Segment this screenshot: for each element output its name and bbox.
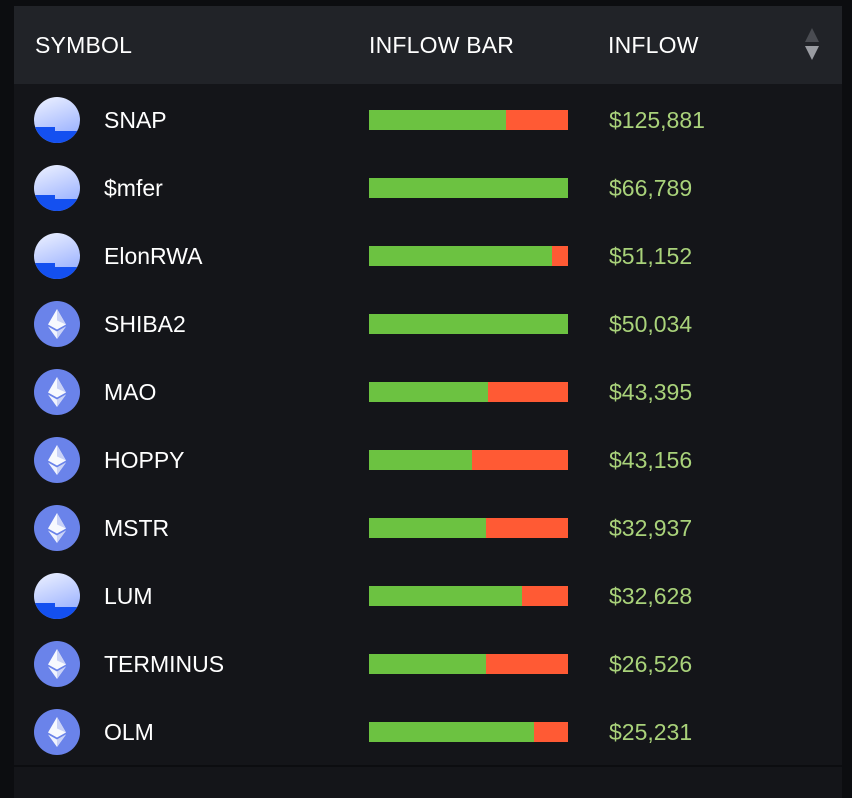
inflow-value: $26,526 bbox=[609, 651, 693, 677]
column-header-inflow[interactable]: INFLOW bbox=[608, 6, 699, 84]
inflow-bar-fill bbox=[369, 110, 507, 130]
inflow-bar-fill bbox=[369, 586, 523, 606]
inflow-bar bbox=[369, 178, 568, 198]
inflow-bar-fill bbox=[369, 314, 568, 334]
token-symbol[interactable]: LUM bbox=[104, 562, 153, 630]
table-row[interactable]: OLM $25,231 bbox=[14, 698, 842, 766]
inflow-bar bbox=[369, 450, 568, 470]
token-symbol[interactable]: SHIBA2 bbox=[104, 290, 186, 358]
table-header: SYMBOL INFLOW BAR INFLOW bbox=[14, 6, 842, 84]
table-row[interactable]: SNAP $125,881 bbox=[14, 86, 842, 154]
sort-descending-icon bbox=[805, 46, 819, 60]
token-symbol[interactable]: TERMINUS bbox=[104, 630, 224, 698]
inflow-bar bbox=[369, 246, 568, 266]
inflow-value: $25,231 bbox=[609, 719, 693, 745]
inflow-value: $51,152 bbox=[609, 243, 693, 269]
inflow-bar-fill bbox=[369, 246, 553, 266]
inflow-value: $125,881 bbox=[609, 107, 705, 133]
inflow-bar bbox=[369, 110, 568, 130]
table-row[interactable]: ElonRWA $51,152 bbox=[14, 222, 842, 290]
inflow-bar-fill bbox=[369, 178, 568, 198]
table-row[interactable]: HOPPY $43,156 bbox=[14, 426, 842, 494]
table-row[interactable]: SHIBA2 $50,034 bbox=[14, 290, 842, 358]
token-logo-icon bbox=[34, 165, 80, 211]
ethereum-icon bbox=[34, 505, 80, 551]
inflow-value: $43,156 bbox=[609, 447, 693, 473]
token-symbol[interactable]: MAO bbox=[104, 358, 156, 426]
inflow-value: $66,789 bbox=[609, 175, 693, 201]
ethereum-icon bbox=[34, 301, 80, 347]
inflow-value: $50,034 bbox=[609, 311, 693, 337]
inflow-value: $43,395 bbox=[609, 379, 693, 405]
inflow-bar bbox=[369, 314, 568, 334]
token-logo-icon bbox=[34, 233, 80, 279]
sort-ascending-icon bbox=[805, 28, 819, 42]
sort-toggle[interactable] bbox=[804, 28, 820, 62]
token-symbol[interactable]: SNAP bbox=[104, 86, 167, 154]
inflow-bar bbox=[369, 654, 568, 674]
table-row[interactable]: $mfer $66,789 bbox=[14, 154, 842, 222]
inflow-bar bbox=[369, 382, 568, 402]
table-row[interactable]: TERMINUS $26,526 bbox=[14, 630, 842, 698]
column-header-symbol[interactable]: SYMBOL bbox=[35, 6, 132, 84]
inflow-bar-fill bbox=[369, 654, 487, 674]
inflow-bar-fill bbox=[369, 382, 489, 402]
inflow-table: SYMBOL INFLOW BAR INFLOW SNAP $125,881 $mf… bbox=[14, 6, 842, 798]
inflow-value: $32,937 bbox=[609, 515, 693, 541]
column-header-inflow-bar[interactable]: INFLOW BAR bbox=[369, 6, 514, 84]
ethereum-icon bbox=[34, 641, 80, 687]
token-symbol[interactable]: $mfer bbox=[104, 154, 163, 222]
inflow-value: $32,628 bbox=[609, 583, 693, 609]
inflow-bar bbox=[369, 518, 568, 538]
token-symbol[interactable]: MSTR bbox=[104, 494, 169, 562]
inflow-bar-fill bbox=[369, 722, 535, 742]
table-row[interactable]: MAO $43,395 bbox=[14, 358, 842, 426]
inflow-bar-fill bbox=[369, 518, 487, 538]
ethereum-icon bbox=[34, 437, 80, 483]
table-row[interactable]: MSTR $32,937 bbox=[14, 494, 842, 562]
token-symbol[interactable]: OLM bbox=[104, 698, 154, 766]
ethereum-icon bbox=[34, 709, 80, 755]
token-symbol[interactable]: HOPPY bbox=[104, 426, 185, 494]
inflow-bar-fill bbox=[369, 450, 473, 470]
inflow-bar bbox=[369, 586, 568, 606]
token-logo-icon bbox=[34, 573, 80, 619]
inflow-bar bbox=[369, 722, 568, 742]
token-symbol[interactable]: ElonRWA bbox=[104, 222, 202, 290]
table-footer-divider bbox=[14, 765, 842, 767]
table-row[interactable]: LUM $32,628 bbox=[14, 562, 842, 630]
token-logo-icon bbox=[34, 97, 80, 143]
ethereum-icon bbox=[34, 369, 80, 415]
